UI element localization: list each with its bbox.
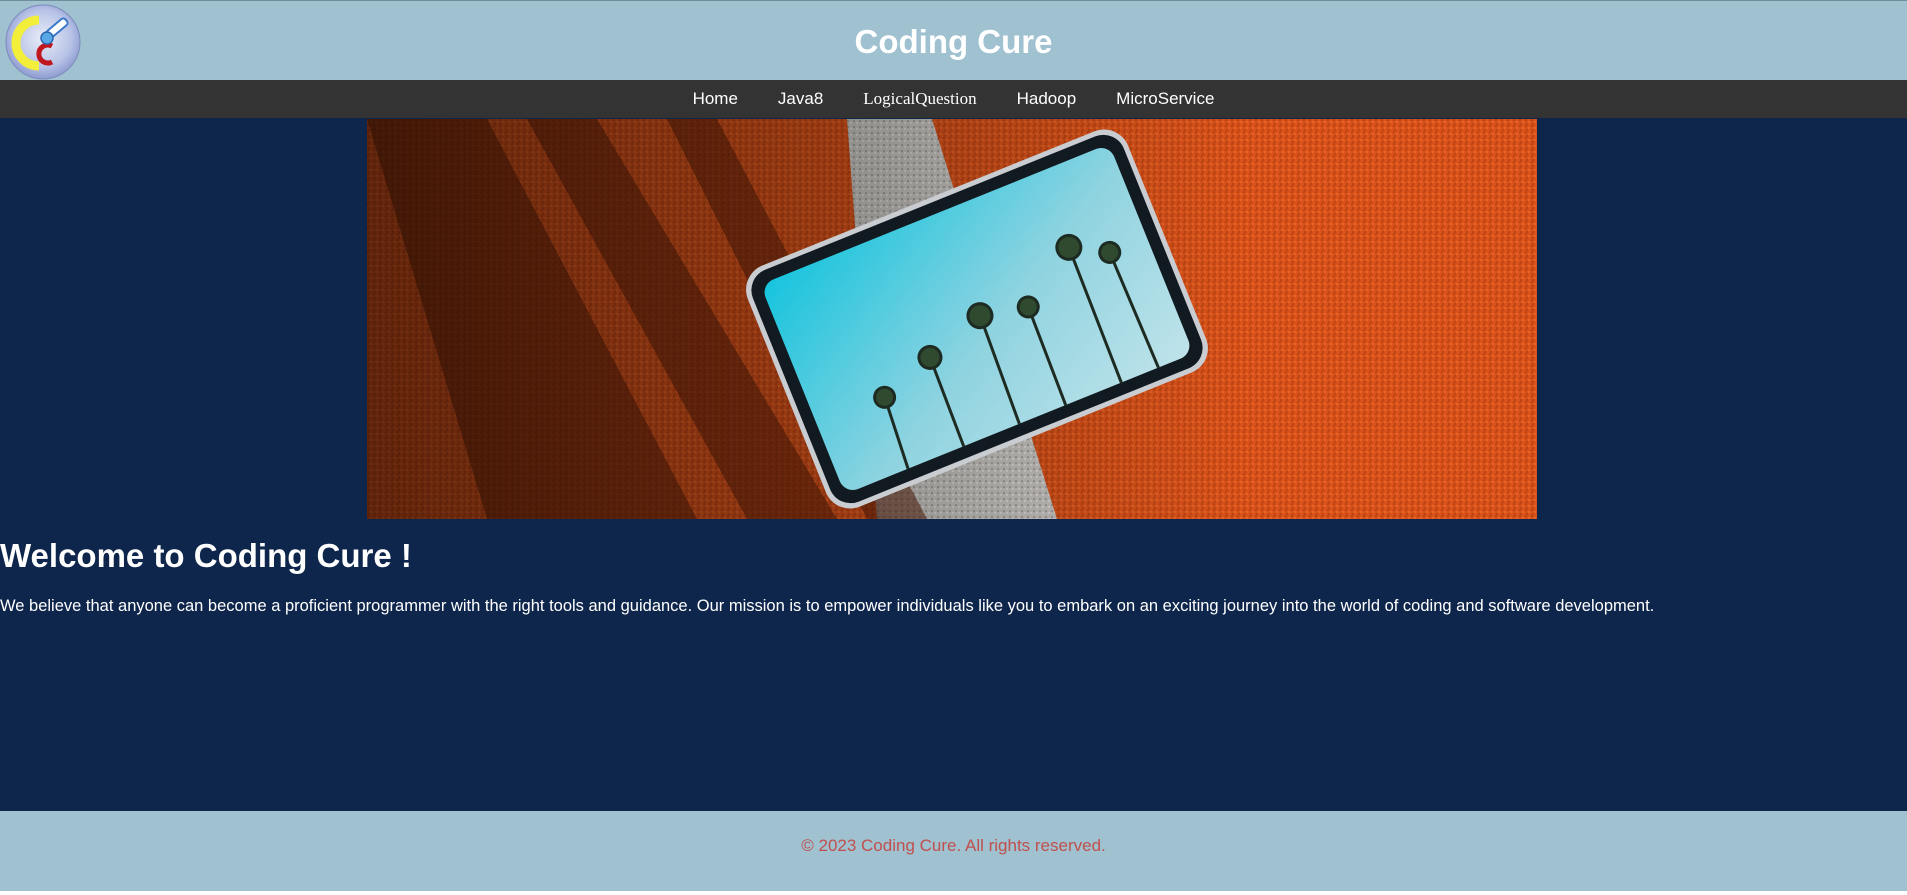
intro-paragraph: We believe that anyone can become a prof… bbox=[0, 597, 1655, 615]
nav-item-hadoop[interactable]: Hadoop bbox=[997, 80, 1097, 118]
main-content: Welcome to Coding Cure ! We believe that… bbox=[0, 118, 1907, 811]
hero-image bbox=[367, 119, 1537, 519]
nav-item-logical-question[interactable]: LogicalQuestion bbox=[843, 80, 996, 118]
welcome-heading: Welcome to Coding Cure ! bbox=[0, 537, 412, 574]
copyright-text: © 2023 Coding Cure. All rights reserved. bbox=[801, 836, 1106, 855]
site-header: Coding Cure bbox=[0, 0, 1907, 80]
main-nav: Home Java8 LogicalQuestion Hadoop MicroS… bbox=[0, 80, 1907, 118]
nav-item-java8[interactable]: Java8 bbox=[758, 80, 843, 118]
nav-item-microservice[interactable]: MicroService bbox=[1096, 80, 1234, 118]
nav-item-home[interactable]: Home bbox=[673, 80, 758, 118]
site-title: Coding Cure bbox=[854, 23, 1053, 60]
page-bottom-strip bbox=[0, 891, 1907, 895]
site-footer: © 2023 Coding Cure. All rights reserved. bbox=[0, 811, 1907, 891]
